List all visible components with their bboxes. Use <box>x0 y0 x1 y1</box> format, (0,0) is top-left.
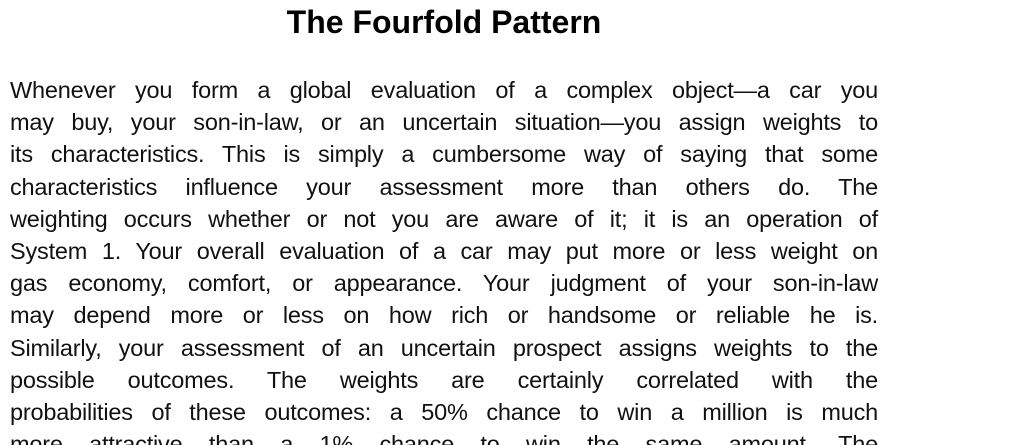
page-title: The Fourfold Pattern <box>286 4 602 40</box>
paragraph-line: gas economy, comfort, or appearance. You… <box>10 270 878 297</box>
paragraph-line: may depend more or less on how rich or h… <box>10 302 878 329</box>
paragraph-line: characteristics influence your assessmen… <box>10 173 878 200</box>
document-page: The Fourfold Pattern Whenever you form a… <box>0 0 1024 445</box>
paragraph-line: probabilities of these outcomes: a 50% c… <box>10 398 878 425</box>
paragraph-line: may buy, your son-in-law, or an uncertai… <box>10 109 878 136</box>
paragraph-line: possible outcomes. The weights are certa… <box>10 366 878 393</box>
paragraph-line: more attractive than a 1% chance to win … <box>10 431 878 445</box>
body-paragraph: Whenever you form a global evaluation of… <box>10 74 878 445</box>
paragraph-line: System 1. Your overall evaluation of a c… <box>10 237 878 264</box>
paragraph-line: its characteristics. This is simply a cu… <box>10 141 878 168</box>
paragraph-line: Similarly, your assessment of an uncerta… <box>10 334 878 361</box>
paragraph-line: weighting occurs whether or not you are … <box>10 205 878 232</box>
paragraph-line: Whenever you form a global evaluation of… <box>10 77 878 103</box>
